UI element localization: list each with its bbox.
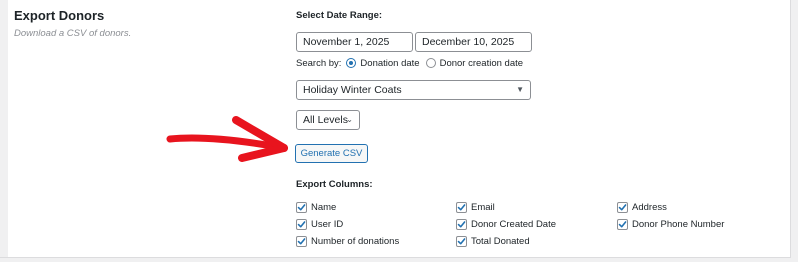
column-checkbox-name[interactable]: Name — [296, 201, 336, 213]
donor-creation-date-radio[interactable] — [425, 58, 436, 68]
section-description: Download a CSV of donors. — [14, 28, 132, 39]
column-checkbox-address[interactable]: Address — [617, 201, 667, 213]
checkbox-label: Number of donations — [311, 235, 400, 247]
date-range-label: Select Date Range: — [296, 10, 383, 21]
checkbox-label: Name — [311, 201, 337, 213]
form-select[interactable]: Holiday Winter Coats ▼ — [296, 80, 531, 100]
column-checkbox-donor-phone-number[interactable]: Donor Phone Number — [617, 218, 724, 230]
checkbox-label: Email — [471, 201, 495, 213]
section-title: Export Donors — [14, 8, 105, 23]
checkbox[interactable] — [617, 201, 628, 213]
column-checkbox-donor-created-date[interactable]: Donor Created Date — [456, 218, 556, 230]
checkbox[interactable] — [296, 218, 307, 230]
checkbox-label: User ID — [311, 218, 344, 230]
checkbox[interactable] — [456, 235, 467, 247]
checkbox[interactable] — [617, 218, 628, 230]
left-gutter — [0, 0, 8, 257]
generate-csv-button[interactable]: Generate CSV — [295, 144, 368, 163]
checkbox-label: Address — [632, 201, 667, 213]
donation-date-radio[interactable] — [346, 58, 357, 68]
donation-date-label[interactable]: Donation date — [360, 58, 419, 69]
chevron-down-icon: ⌄ — [346, 115, 353, 124]
level-select-value: All Levels — [303, 114, 348, 126]
search-by-label: Search by: — [296, 57, 342, 69]
checkbox[interactable] — [296, 201, 307, 213]
level-select[interactable]: All Levels ⌄ — [296, 110, 360, 130]
checkbox-label: Donor Phone Number — [632, 218, 725, 230]
end-date-input[interactable]: December 10, 2025 — [415, 32, 532, 52]
column-checkbox-email[interactable]: Email — [456, 201, 495, 213]
export-columns-label: Export Columns: — [296, 179, 373, 190]
column-checkbox-number-of-donations[interactable]: Number of donations — [296, 235, 399, 247]
checkbox[interactable] — [456, 218, 467, 230]
chevron-down-icon: ▼ — [516, 85, 524, 94]
form-select-value: Holiday Winter Coats — [303, 84, 402, 96]
checkbox-label: Total Donated — [471, 235, 530, 247]
checkbox[interactable] — [296, 235, 307, 247]
checkbox[interactable] — [456, 201, 467, 213]
column-checkbox-total-donated[interactable]: Total Donated — [456, 235, 530, 247]
start-date-input[interactable]: November 1, 2025 — [296, 32, 413, 52]
column-checkbox-user-id[interactable]: User ID — [296, 218, 343, 230]
checkbox-label: Donor Created Date — [471, 218, 557, 230]
search-by-row: Search by: Donation date Donor creation … — [296, 56, 523, 70]
donor-creation-date-label[interactable]: Donor creation date — [440, 58, 523, 69]
red-arrow-annotation-icon — [166, 116, 288, 162]
